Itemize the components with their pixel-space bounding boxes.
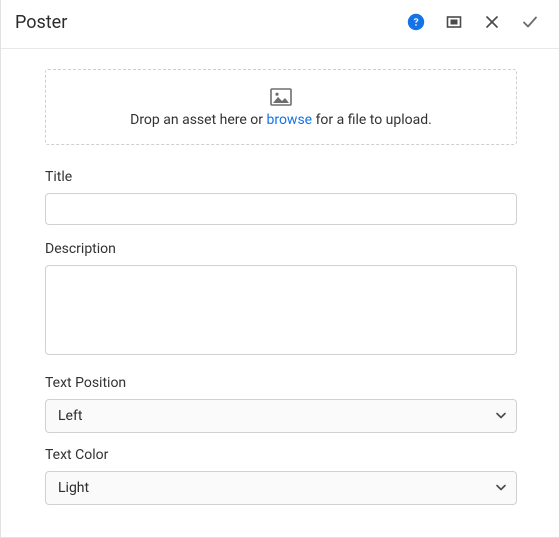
panel-body: Drop an asset here or browse for a file … (1, 49, 559, 537)
text-color-label: Text Color (45, 447, 517, 463)
fullscreen-icon (445, 13, 463, 31)
asset-dropzone[interactable]: Drop an asset here or browse for a file … (45, 69, 517, 145)
dropzone-prefix: Drop an asset here or (130, 112, 266, 128)
text-color-select[interactable]: Light (45, 471, 517, 505)
description-input[interactable] (45, 265, 517, 355)
panel-title: Poster (15, 12, 397, 33)
text-position-field: Text Position Left (45, 375, 517, 433)
browse-link[interactable]: browse (266, 112, 312, 128)
fullscreen-button[interactable] (435, 6, 473, 38)
close-button[interactable] (473, 6, 511, 38)
header-actions (397, 6, 549, 38)
text-position-label: Text Position (45, 375, 517, 391)
dropzone-text: Drop an asset here or browse for a file … (56, 112, 506, 128)
help-button[interactable] (397, 6, 435, 38)
panel-header: Poster (1, 0, 559, 49)
checkmark-icon (521, 13, 539, 31)
title-input[interactable] (45, 193, 517, 225)
image-icon (270, 88, 292, 106)
text-position-select[interactable]: Left (45, 399, 517, 433)
poster-panel: Poster (0, 0, 559, 538)
description-field: Description (45, 241, 517, 359)
title-field: Title (45, 169, 517, 225)
text-color-field: Text Color Light (45, 447, 517, 505)
close-icon (485, 15, 499, 29)
dropzone-suffix: for a file to upload. (312, 112, 432, 128)
description-label: Description (45, 241, 517, 257)
title-label: Title (45, 169, 517, 185)
done-button[interactable] (511, 6, 549, 38)
help-icon (407, 13, 425, 31)
